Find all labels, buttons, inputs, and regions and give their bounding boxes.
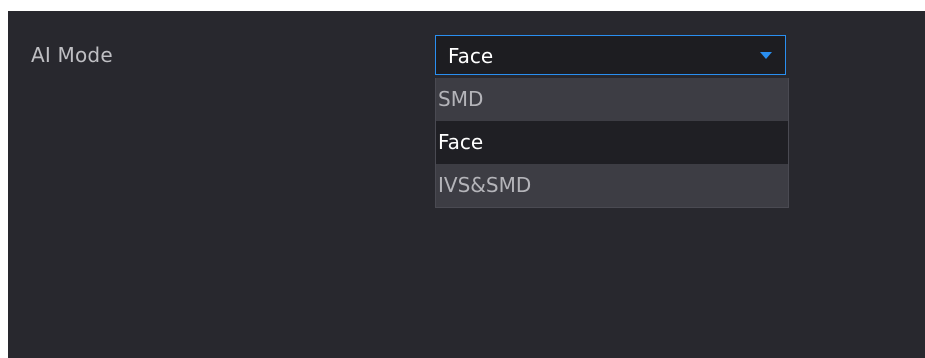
settings-panel: AI Mode Face SMD Face IVS&SMD xyxy=(8,11,925,358)
dropdown-option-ivs-smd[interactable]: IVS&SMD xyxy=(436,164,788,207)
dropdown-option-face[interactable]: Face xyxy=(436,121,788,164)
ai-mode-label: AI Mode xyxy=(31,43,113,67)
ai-mode-select[interactable]: Face xyxy=(435,35,786,75)
chevron-down-icon xyxy=(760,52,772,59)
ai-mode-selected-value: Face xyxy=(448,44,494,68)
ai-mode-dropdown-list: SMD Face IVS&SMD xyxy=(435,78,789,208)
dropdown-option-smd[interactable]: SMD xyxy=(436,78,788,121)
